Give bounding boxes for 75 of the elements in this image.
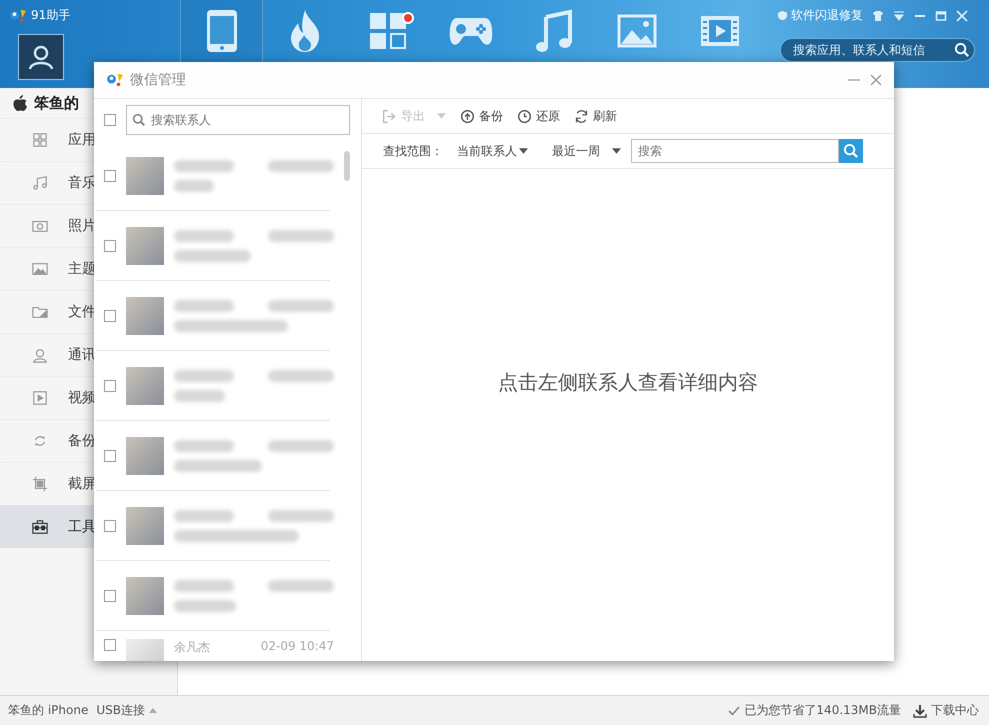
connection-menu[interactable]: USB连接 (96, 702, 157, 719)
person-icon (32, 347, 48, 363)
close-icon (956, 10, 968, 22)
filter-label: 查找范围： (383, 142, 443, 160)
search-field[interactable]: 搜索 (631, 139, 839, 163)
period-dropdown[interactable]: 最近一周 (552, 142, 621, 160)
device-name: 笨鱼的 (34, 94, 79, 112)
logo-icon (106, 73, 124, 87)
search-icon (132, 113, 146, 127)
search-button[interactable] (839, 139, 863, 163)
shield-icon (777, 10, 788, 21)
camera-icon (32, 218, 48, 234)
user-silhouette-icon (27, 43, 55, 71)
download-icon (913, 704, 927, 718)
avatar-placeholder (126, 437, 164, 475)
global-search-field[interactable]: 搜索应用、联系人和短信 (780, 38, 975, 62)
search-icon (954, 42, 970, 58)
scrollbar-thumb[interactable] (344, 151, 350, 181)
close-icon (870, 74, 882, 86)
dropdown-icon (893, 10, 905, 22)
toolbox-icon (32, 519, 48, 535)
checkbox[interactable] (104, 520, 116, 532)
checkbox[interactable] (104, 114, 116, 126)
nav-tab[interactable] (180, 0, 263, 62)
caret-up-icon (148, 708, 157, 713)
checkbox[interactable] (104, 170, 116, 182)
folder-icon (32, 304, 48, 320)
search-icon (843, 143, 859, 159)
scope-dropdown[interactable]: 当前联系人 (457, 142, 528, 160)
checkbox[interactable] (104, 590, 116, 602)
phone-icon (204, 9, 238, 53)
checkbox[interactable] (104, 639, 116, 651)
sync-icon (32, 433, 48, 449)
picture-icon (616, 14, 656, 48)
avatar-placeholder (126, 157, 164, 195)
toolbar-button[interactable]: 备份 (460, 108, 503, 124)
app-title: 91助手 (31, 7, 70, 24)
device-label: 笨鱼的 iPhone (8, 702, 88, 719)
checkbox[interactable] (104, 310, 116, 322)
music-note-icon (536, 9, 572, 53)
grid-icon (32, 132, 48, 148)
shirt-icon (872, 10, 884, 22)
refresh-icon (574, 108, 589, 124)
avatar-placeholder (126, 577, 164, 615)
empty-message: 点击左侧联系人查看详细内容 (498, 368, 758, 396)
play-icon (32, 390, 48, 406)
contact-search-field[interactable]: 搜索联系人 (126, 105, 350, 135)
picture-icon (32, 261, 48, 277)
toolbar-button[interactable]: 还原 (517, 108, 560, 124)
crop-icon (32, 476, 48, 492)
contact-name: 余凡杰 (174, 639, 210, 656)
avatar-placeholder (126, 227, 164, 265)
upload-circle-icon (460, 108, 475, 124)
checkbox[interactable] (104, 450, 116, 462)
avatar-placeholder (126, 507, 164, 545)
caret-icon (519, 148, 528, 154)
dialog-title: 微信管理 (130, 71, 186, 89)
avatar-placeholder (126, 367, 164, 405)
download-center-link[interactable]: 下载中心 (913, 702, 979, 719)
music-note-icon (32, 175, 48, 191)
film-icon (700, 14, 740, 48)
checkbox[interactable] (104, 380, 116, 392)
avatar-placeholder (126, 297, 164, 335)
check-icon (728, 706, 740, 716)
maximize-icon (935, 10, 947, 22)
caret-icon (612, 148, 621, 154)
checkbox[interactable] (104, 240, 116, 252)
contact-time: 02-09 10:47 (260, 639, 334, 655)
apple-icon (12, 94, 28, 112)
toolbar-button[interactable]: 刷新 (574, 108, 617, 124)
export-icon (382, 108, 397, 124)
logo-icon (9, 8, 27, 22)
avatar-button[interactable] (18, 34, 64, 80)
clock-icon (517, 108, 532, 124)
data-saved-text: 已为您节省了140.13MB流量 (744, 702, 901, 719)
